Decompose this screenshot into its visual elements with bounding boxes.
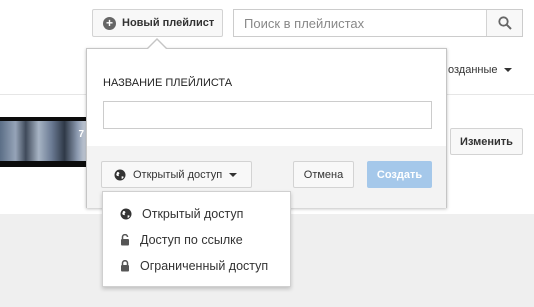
- globe-icon: [114, 169, 126, 180]
- globe-icon: [120, 208, 132, 220]
- privacy-option-label: Открытый доступ: [142, 207, 244, 221]
- playlist-name-label: НАЗВАНИЕ ПЛЕЙЛИСТА: [103, 77, 233, 89]
- chevron-down-icon: [503, 68, 512, 72]
- chevron-down-icon: [229, 172, 238, 177]
- sort-dropdown[interactable]: озданные: [448, 64, 512, 76]
- edit-button[interactable]: Изменить: [450, 128, 523, 155]
- privacy-dropdown-menu: Открытый доступ Доступ по ссылке Огранич…: [102, 191, 291, 287]
- privacy-option-label: Доступ по ссылке: [140, 233, 243, 247]
- privacy-select-button[interactable]: Открытый доступ: [101, 161, 252, 188]
- search-icon: [497, 16, 512, 30]
- search-input[interactable]: [234, 10, 486, 36]
- new-playlist-label: Новый плейлист: [122, 17, 215, 29]
- search-button[interactable]: [486, 10, 522, 36]
- privacy-option-unlisted[interactable]: Доступ по ссылке: [103, 227, 290, 253]
- privacy-option-private[interactable]: Ограниченный доступ: [103, 253, 290, 279]
- plus-icon: +: [103, 16, 116, 30]
- privacy-selected-label: Открытый доступ: [133, 168, 223, 181]
- search-box: [233, 9, 523, 37]
- new-playlist-button[interactable]: + Новый плейлист: [92, 9, 223, 37]
- unlock-icon: [121, 234, 129, 246]
- lock-icon: [121, 260, 129, 272]
- thumbnail-badge: 7: [78, 129, 84, 140]
- playlist-name-input[interactable]: [103, 101, 432, 129]
- create-button[interactable]: Создать: [367, 161, 432, 188]
- popup-arrow-inner: [148, 40, 166, 49]
- sort-label: озданные: [448, 64, 498, 76]
- privacy-option-public[interactable]: Открытый доступ: [103, 201, 290, 227]
- thumbnail-image: [0, 121, 86, 161]
- privacy-option-label: Ограниченный доступ: [140, 259, 269, 273]
- cancel-button[interactable]: Отмена: [293, 161, 354, 188]
- playlist-thumbnail[interactable]: 7: [0, 117, 86, 167]
